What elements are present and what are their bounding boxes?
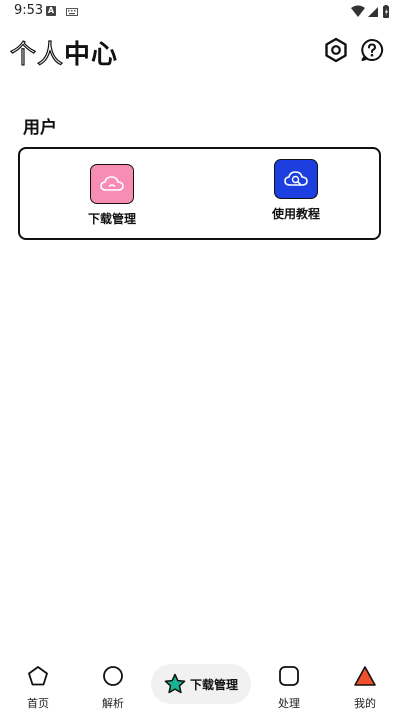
wifi-icon bbox=[351, 5, 365, 17]
settings-icon[interactable] bbox=[323, 37, 349, 63]
nav-label-process: 处理 bbox=[278, 697, 300, 710]
cloud-search-icon bbox=[284, 171, 308, 186]
nav-label-download-manager: 下载管理 bbox=[189, 677, 238, 692]
nav-label-mine: 我的 bbox=[354, 697, 376, 710]
circle-icon bbox=[103, 666, 123, 686]
nav-label-parse: 解析 bbox=[102, 697, 124, 710]
battery-icon bbox=[383, 5, 389, 18]
pentagon-icon bbox=[28, 666, 48, 686]
download-manager-tile[interactable] bbox=[90, 164, 134, 204]
keyboard-icon bbox=[66, 8, 78, 16]
nav-label-home: 首页 bbox=[27, 697, 49, 710]
nav-item-mine[interactable]: 我的 bbox=[335, 665, 395, 711]
download-manager-label: 下载管理 bbox=[87, 212, 136, 226]
section-label-user: 用户 bbox=[23, 118, 57, 138]
signal-icon bbox=[368, 7, 378, 17]
status-icons bbox=[350, 4, 400, 23]
tutorial-tile[interactable] bbox=[274, 159, 318, 199]
status-time: 9:53 bbox=[14, 3, 44, 18]
cloud-icon bbox=[100, 176, 124, 191]
star-icon bbox=[164, 673, 186, 694]
page-title-solid: 中心 bbox=[64, 40, 119, 70]
notification-badge: A bbox=[46, 6, 56, 16]
rounded-square-icon bbox=[279, 666, 299, 686]
tutorial-label: 使用教程 bbox=[271, 207, 320, 221]
nav-item-home[interactable]: 首页 bbox=[8, 665, 68, 711]
nav-item-process[interactable]: 处理 bbox=[259, 665, 319, 711]
page-title: 个人中心 bbox=[9, 34, 119, 71]
page-title-outline: 个人 bbox=[9, 39, 65, 70]
help-icon[interactable] bbox=[359, 37, 385, 63]
triangle-icon bbox=[354, 666, 376, 686]
tutorial-item[interactable]: 使用教程 bbox=[256, 159, 336, 222]
nav-item-parse[interactable]: 解析 bbox=[83, 665, 143, 711]
download-manager-item[interactable]: 下载管理 bbox=[72, 164, 152, 227]
nav-item-download-manager[interactable]: 下载管理 bbox=[151, 664, 251, 704]
